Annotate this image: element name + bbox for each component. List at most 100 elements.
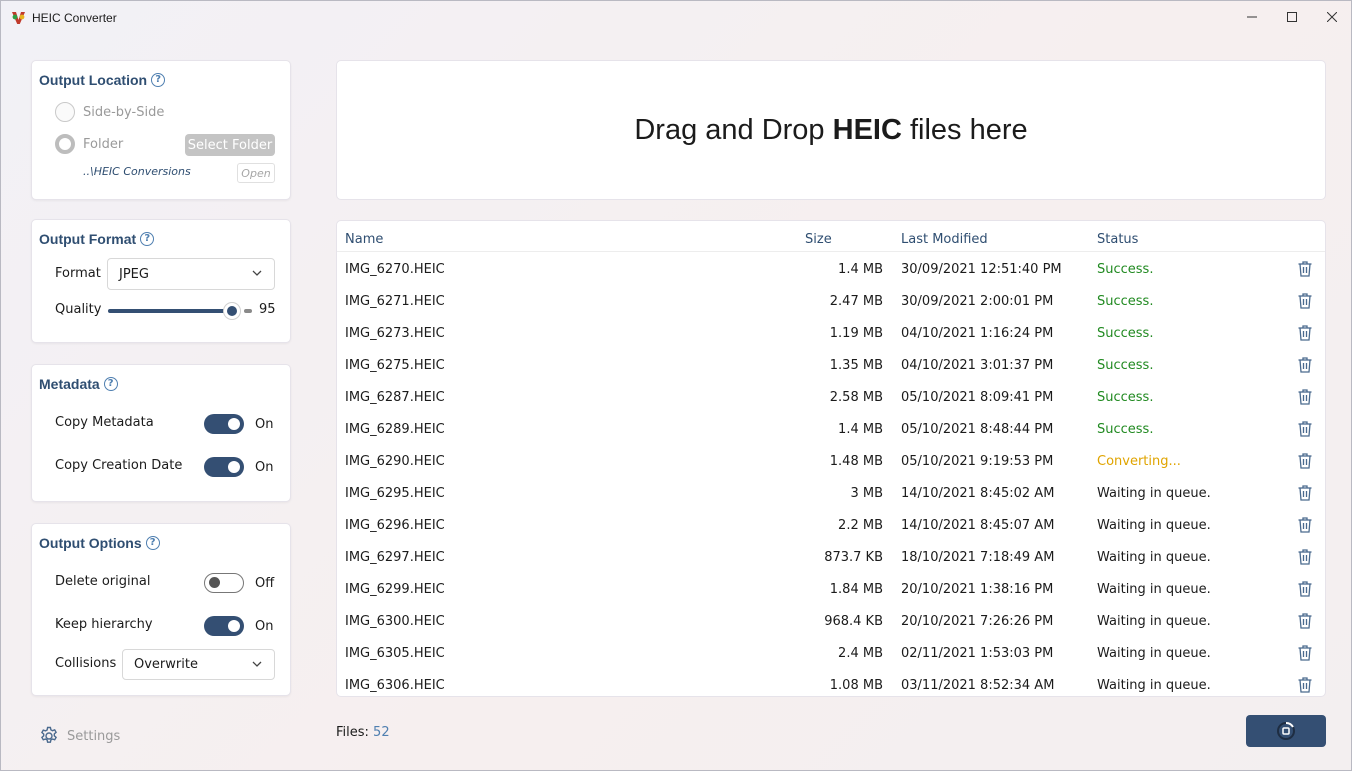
column-header-name[interactable]: Name <box>345 232 383 247</box>
file-status: Waiting in queue. <box>1097 518 1211 533</box>
quality-slider-thumb[interactable] <box>224 303 240 319</box>
quality-slider-rest <box>244 309 252 313</box>
table-row[interactable]: IMG_6287.HEIC 2.58 MB 05/10/2021 8:09:41 P… <box>337 382 1325 414</box>
table-row[interactable]: IMG_6297.HEIC 873.7 KB 18/10/2021 7:18:49 … <box>337 542 1325 574</box>
trash-icon[interactable] <box>1297 516 1313 534</box>
copy-creation-date-label: Copy Creation Date <box>55 458 183 473</box>
trash-icon[interactable] <box>1297 356 1313 374</box>
file-status: Waiting in queue. <box>1097 646 1211 661</box>
file-name: IMG_6287.HEIC <box>345 390 445 405</box>
file-size: 1.4 MB <box>838 422 883 437</box>
trash-icon[interactable] <box>1297 484 1313 502</box>
table-row[interactable]: IMG_6306.HEIC 1.08 MB 03/11/2021 8:52:34 A… <box>337 670 1325 696</box>
file-size: 2.47 MB <box>829 294 883 309</box>
metadata-panel: Metadata ? Copy Metadata On Copy Creatio… <box>31 364 291 502</box>
table-row[interactable]: IMG_6273.HEIC 1.19 MB 04/10/2021 1:16:24 P… <box>337 318 1325 350</box>
trash-icon[interactable] <box>1297 452 1313 470</box>
file-name: IMG_6270.HEIC <box>345 262 445 277</box>
table-row[interactable]: IMG_6289.HEIC 1.4 MB 05/10/2021 8:48:44 PM… <box>337 414 1325 446</box>
format-select[interactable]: JPEG <box>107 258 275 290</box>
file-name: IMG_6306.HEIC <box>345 678 445 693</box>
trash-icon[interactable] <box>1297 676 1313 694</box>
output-options-title-text: Output Options <box>39 535 142 551</box>
help-circle-icon[interactable]: ? <box>151 73 166 87</box>
window-title: HEIC Converter <box>32 11 117 25</box>
help-circle-icon[interactable]: ? <box>140 232 155 246</box>
table-row[interactable]: IMG_6299.HEIC 1.84 MB 20/10/2021 1:38:16 P… <box>337 574 1325 606</box>
column-header-last-modified[interactable]: Last Modified <box>901 232 988 247</box>
side-by-side-radio[interactable] <box>55 102 75 122</box>
file-name: IMG_6271.HEIC <box>345 294 445 309</box>
help-circle-icon[interactable]: ? <box>145 536 160 550</box>
keep-hierarchy-toggle[interactable] <box>204 616 244 636</box>
delete-original-label: Delete original <box>55 574 151 589</box>
table-row[interactable]: IMG_6305.HEIC 2.4 MB 02/11/2021 1:53:03 PM… <box>337 638 1325 670</box>
column-header-status[interactable]: Status <box>1097 232 1138 247</box>
file-size: 1.84 MB <box>829 582 883 597</box>
trash-icon[interactable] <box>1297 548 1313 566</box>
trash-icon[interactable] <box>1297 420 1313 438</box>
keep-hierarchy-state: On <box>255 619 274 634</box>
trash-icon[interactable] <box>1297 644 1313 662</box>
file-size: 2.2 MB <box>838 518 883 533</box>
drop-zone-text-bold: HEIC <box>832 113 902 146</box>
collisions-select[interactable]: Overwrite <box>122 649 275 680</box>
table-row[interactable]: IMG_6275.HEIC 1.35 MB 04/10/2021 3:01:37 P… <box>337 350 1325 382</box>
file-name: IMG_6296.HEIC <box>345 518 445 533</box>
side-by-side-label: Side-by-Side <box>83 105 165 120</box>
trash-icon[interactable] <box>1297 612 1313 630</box>
delete-original-state: Off <box>255 576 275 591</box>
copy-metadata-toggle[interactable] <box>204 414 244 434</box>
output-format-panel: Output Format ? Format JPEG Quality 95 <box>31 219 291 343</box>
drop-zone[interactable]: Drag and Drop HEIC files here <box>336 60 1326 200</box>
open-folder-button[interactable]: Open <box>237 163 275 183</box>
file-last-modified: 04/10/2021 1:16:24 PM <box>901 326 1054 341</box>
file-size: 2.58 MB <box>829 390 883 405</box>
file-size: 1.35 MB <box>829 358 883 373</box>
copy-creation-date-toggle[interactable] <box>204 457 244 477</box>
table-row[interactable]: IMG_6290.HEIC 1.48 MB 05/10/2021 9:19:53 P… <box>337 446 1325 478</box>
column-header-size[interactable]: Size <box>805 232 832 247</box>
file-last-modified: 14/10/2021 8:45:07 AM <box>901 518 1055 533</box>
help-circle-icon[interactable]: ? <box>103 377 118 391</box>
minimize-icon <box>1247 16 1257 18</box>
trash-icon[interactable] <box>1297 388 1313 406</box>
table-row[interactable]: IMG_6271.HEIC 2.47 MB 30/09/2021 2:00:01 P… <box>337 286 1325 318</box>
trash-icon[interactable] <box>1297 324 1313 342</box>
close-icon <box>1327 12 1337 22</box>
convert-button[interactable] <box>1246 715 1326 747</box>
output-location-title-text: Output Location <box>39 72 148 88</box>
output-format-title-text: Output Format <box>39 231 137 247</box>
file-last-modified: 05/10/2021 9:19:53 PM <box>901 454 1054 469</box>
settings-button[interactable]: Settings <box>39 726 120 746</box>
table-row[interactable]: IMG_6300.HEIC 968.4 KB 20/10/2021 7:26:26 … <box>337 606 1325 638</box>
chevron-down-icon <box>252 661 262 667</box>
title-bar: HEIC Converter <box>1 1 1352 35</box>
files-count-label: Files: <box>336 725 369 740</box>
quality-slider[interactable] <box>108 303 252 319</box>
file-name: IMG_6275.HEIC <box>345 358 445 373</box>
keep-hierarchy-label: Keep hierarchy <box>55 617 153 632</box>
file-last-modified: 20/10/2021 7:26:26 PM <box>901 614 1054 629</box>
file-status: Success. <box>1097 326 1154 341</box>
file-size: 1.19 MB <box>829 326 883 341</box>
chevron-down-icon <box>252 270 262 276</box>
trash-icon[interactable] <box>1297 580 1313 598</box>
close-button[interactable] <box>1309 3 1352 31</box>
table-row[interactable]: IMG_6270.HEIC 1.4 MB 30/09/2021 12:51:40 P… <box>337 254 1325 286</box>
file-status: Converting... <box>1097 454 1181 469</box>
file-size: 1.4 MB <box>838 262 883 277</box>
folder-radio[interactable] <box>55 134 75 154</box>
file-size: 873.7 KB <box>824 550 883 565</box>
trash-icon[interactable] <box>1297 292 1313 310</box>
trash-icon[interactable] <box>1297 260 1313 278</box>
select-folder-button[interactable]: Select Folder <box>185 134 275 156</box>
file-status: Success. <box>1097 390 1154 405</box>
quality-slider-track <box>108 309 226 313</box>
table-row[interactable]: IMG_6295.HEIC 3 MB 14/10/2021 8:45:02 AM Wa… <box>337 478 1325 510</box>
output-location-panel: Output Location ? Side-by-Side Folder Se… <box>31 60 291 200</box>
delete-original-toggle[interactable] <box>204 573 244 593</box>
metadata-title-text: Metadata <box>39 376 100 392</box>
format-select-value: JPEG <box>119 266 149 282</box>
table-row[interactable]: IMG_6296.HEIC 2.2 MB 14/10/2021 8:45:07 AM… <box>337 510 1325 542</box>
